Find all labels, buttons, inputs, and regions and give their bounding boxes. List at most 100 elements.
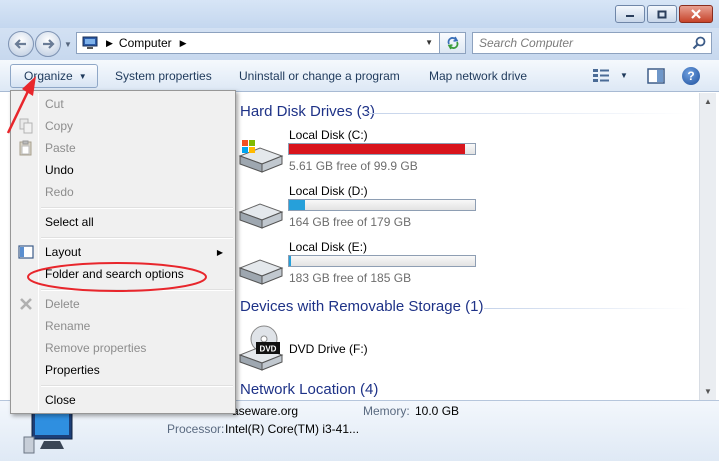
system-properties-button[interactable]: System properties [115,69,212,83]
drive-item-d[interactable]: Local Disk (D:) 164 GB free of 179 GB [236,184,536,236]
minimize-button[interactable] [615,5,645,23]
refresh-button[interactable] [440,32,466,54]
menu-item-remove-properties[interactable]: Remove properties [13,337,233,359]
map-network-drive-button[interactable]: Map network drive [429,69,527,83]
content-area: Hard Disk Drives (3) Local Disk (C:) 5.6… [236,93,699,400]
layout-icon [18,245,34,259]
back-button[interactable] [8,31,34,57]
menu-item-folder-search-options[interactable]: Folder and search options [13,263,233,285]
address-row: ▼ ▶ Computer ▶ ▼ [0,28,719,60]
menu-item-label: Rename [45,319,91,333]
drive-name: Local Disk (E:) [289,240,368,254]
restore-icon [657,10,667,18]
view-details-icon [593,69,609,82]
drive-usage-bar [288,255,476,267]
dvd-drive-icon: DVD [238,325,284,371]
menu-item-rename[interactable]: Rename [13,315,233,337]
system-drive-icon [238,140,284,173]
group-header-hard-disks[interactable]: Hard Disk Drives (3) [240,103,375,120]
menu-item-paste[interactable]: Paste [13,137,233,159]
submenu-arrow-icon: ▶ [216,247,223,257]
menu-item-label: Undo [45,163,74,177]
drive-item-c[interactable]: Local Disk (C:) 5.61 GB free of 99.9 GB [236,128,536,180]
menu-item-label: Cut [45,97,64,111]
restore-button[interactable] [647,5,677,23]
menu-item-label: Paste [45,141,76,155]
drive-item-e[interactable]: Local Disk (E:) 183 GB free of 185 GB [236,240,536,292]
menu-item-layout[interactable]: Layout ▶ [13,241,233,263]
title-bar [0,0,719,28]
breadcrumb-separator-icon[interactable]: ▶ [106,38,113,49]
close-icon [691,9,701,19]
drive-usage-fill [289,256,292,266]
menu-item-label: Close [45,393,76,407]
drive-usage-fill [289,144,465,154]
forward-button[interactable] [35,31,61,57]
memory-value: 10.0 GB [415,404,460,418]
group-header-network[interactable]: Network Location (4) [240,381,378,398]
organize-menu: Cut Copy Paste Undo Redo Select all Layo… [10,90,236,414]
search-box [472,32,712,54]
organize-label: Organize [24,69,73,83]
computer-icon [23,408,73,454]
menu-item-cut[interactable]: Cut [13,93,233,115]
menu-item-label: Layout [45,245,82,259]
menu-separator [41,207,233,209]
change-view-button[interactable]: ▼ [592,68,628,82]
group-divider [484,308,691,309]
scroll-down-icon[interactable]: ▼ [700,383,716,400]
processor-label: Processor: [167,422,225,436]
delete-icon [20,298,32,310]
uninstall-program-button[interactable]: Uninstall or change a program [239,69,400,83]
domain-value: aseware.org [232,404,299,418]
recent-pages-chevron-icon[interactable]: ▼ [64,40,72,49]
back-arrow-icon [14,39,26,49]
drive-usage-fill [289,200,305,210]
menu-item-label: Properties [45,363,100,377]
menu-item-select-all[interactable]: Select all [13,211,233,233]
drive-usage-bar [288,143,476,155]
group-divider [366,113,691,114]
address-history-chevron-icon[interactable]: ▼ [425,38,433,47]
menu-item-redo[interactable]: Redo [13,181,233,203]
vertical-scrollbar[interactable]: ▲ ▼ [699,93,716,400]
drive-usage-bar [288,199,476,211]
close-window-button[interactable] [679,5,713,23]
menu-item-label: Delete [45,297,80,311]
computer-icon [82,36,98,49]
menu-item-label: Copy [45,119,74,133]
menu-item-label: Remove properties [45,341,147,355]
organize-chevron-icon: ▼ [78,71,87,81]
drive-item-dvd[interactable]: DVD DVD Drive (F:) [236,325,536,377]
preview-pane-icon[interactable] [647,68,665,84]
menu-separator [41,289,233,291]
drive-name: Local Disk (D:) [289,184,368,198]
forward-arrow-icon [43,39,55,49]
menu-item-delete[interactable]: Delete [13,293,233,315]
menu-separator [41,385,233,387]
group-header-removable[interactable]: Devices with Removable Storage (1) [240,298,483,315]
drive-name: Local Disk (C:) [289,128,368,142]
paste-icon [19,140,32,156]
hard-drive-icon [238,203,284,229]
menu-item-undo[interactable]: Undo [13,159,233,181]
address-bar[interactable]: ▶ Computer ▶ ▼ [76,32,440,54]
menu-item-copy[interactable]: Copy [13,115,233,137]
search-icon[interactable] [692,36,706,50]
search-input[interactable] [479,36,689,50]
scroll-up-icon[interactable]: ▲ [700,93,716,110]
copy-icon [19,118,33,134]
menu-item-close[interactable]: Close [13,389,233,411]
help-button[interactable]: ? [682,67,700,85]
menu-item-properties[interactable]: Properties [13,359,233,381]
breadcrumb-computer[interactable]: Computer [119,36,172,50]
drive-name: DVD Drive (F:) [289,342,368,356]
drive-free-space: 183 GB free of 185 GB [289,271,412,285]
memory-label: Memory: [363,404,410,418]
organize-button[interactable]: Organize ▼ [10,64,98,88]
hard-drive-icon [238,259,284,285]
view-chevron-icon: ▼ [620,70,628,80]
breadcrumb-chevron-icon[interactable]: ▶ [180,38,187,49]
refresh-icon [447,36,458,50]
drive-free-space: 164 GB free of 179 GB [289,215,412,229]
